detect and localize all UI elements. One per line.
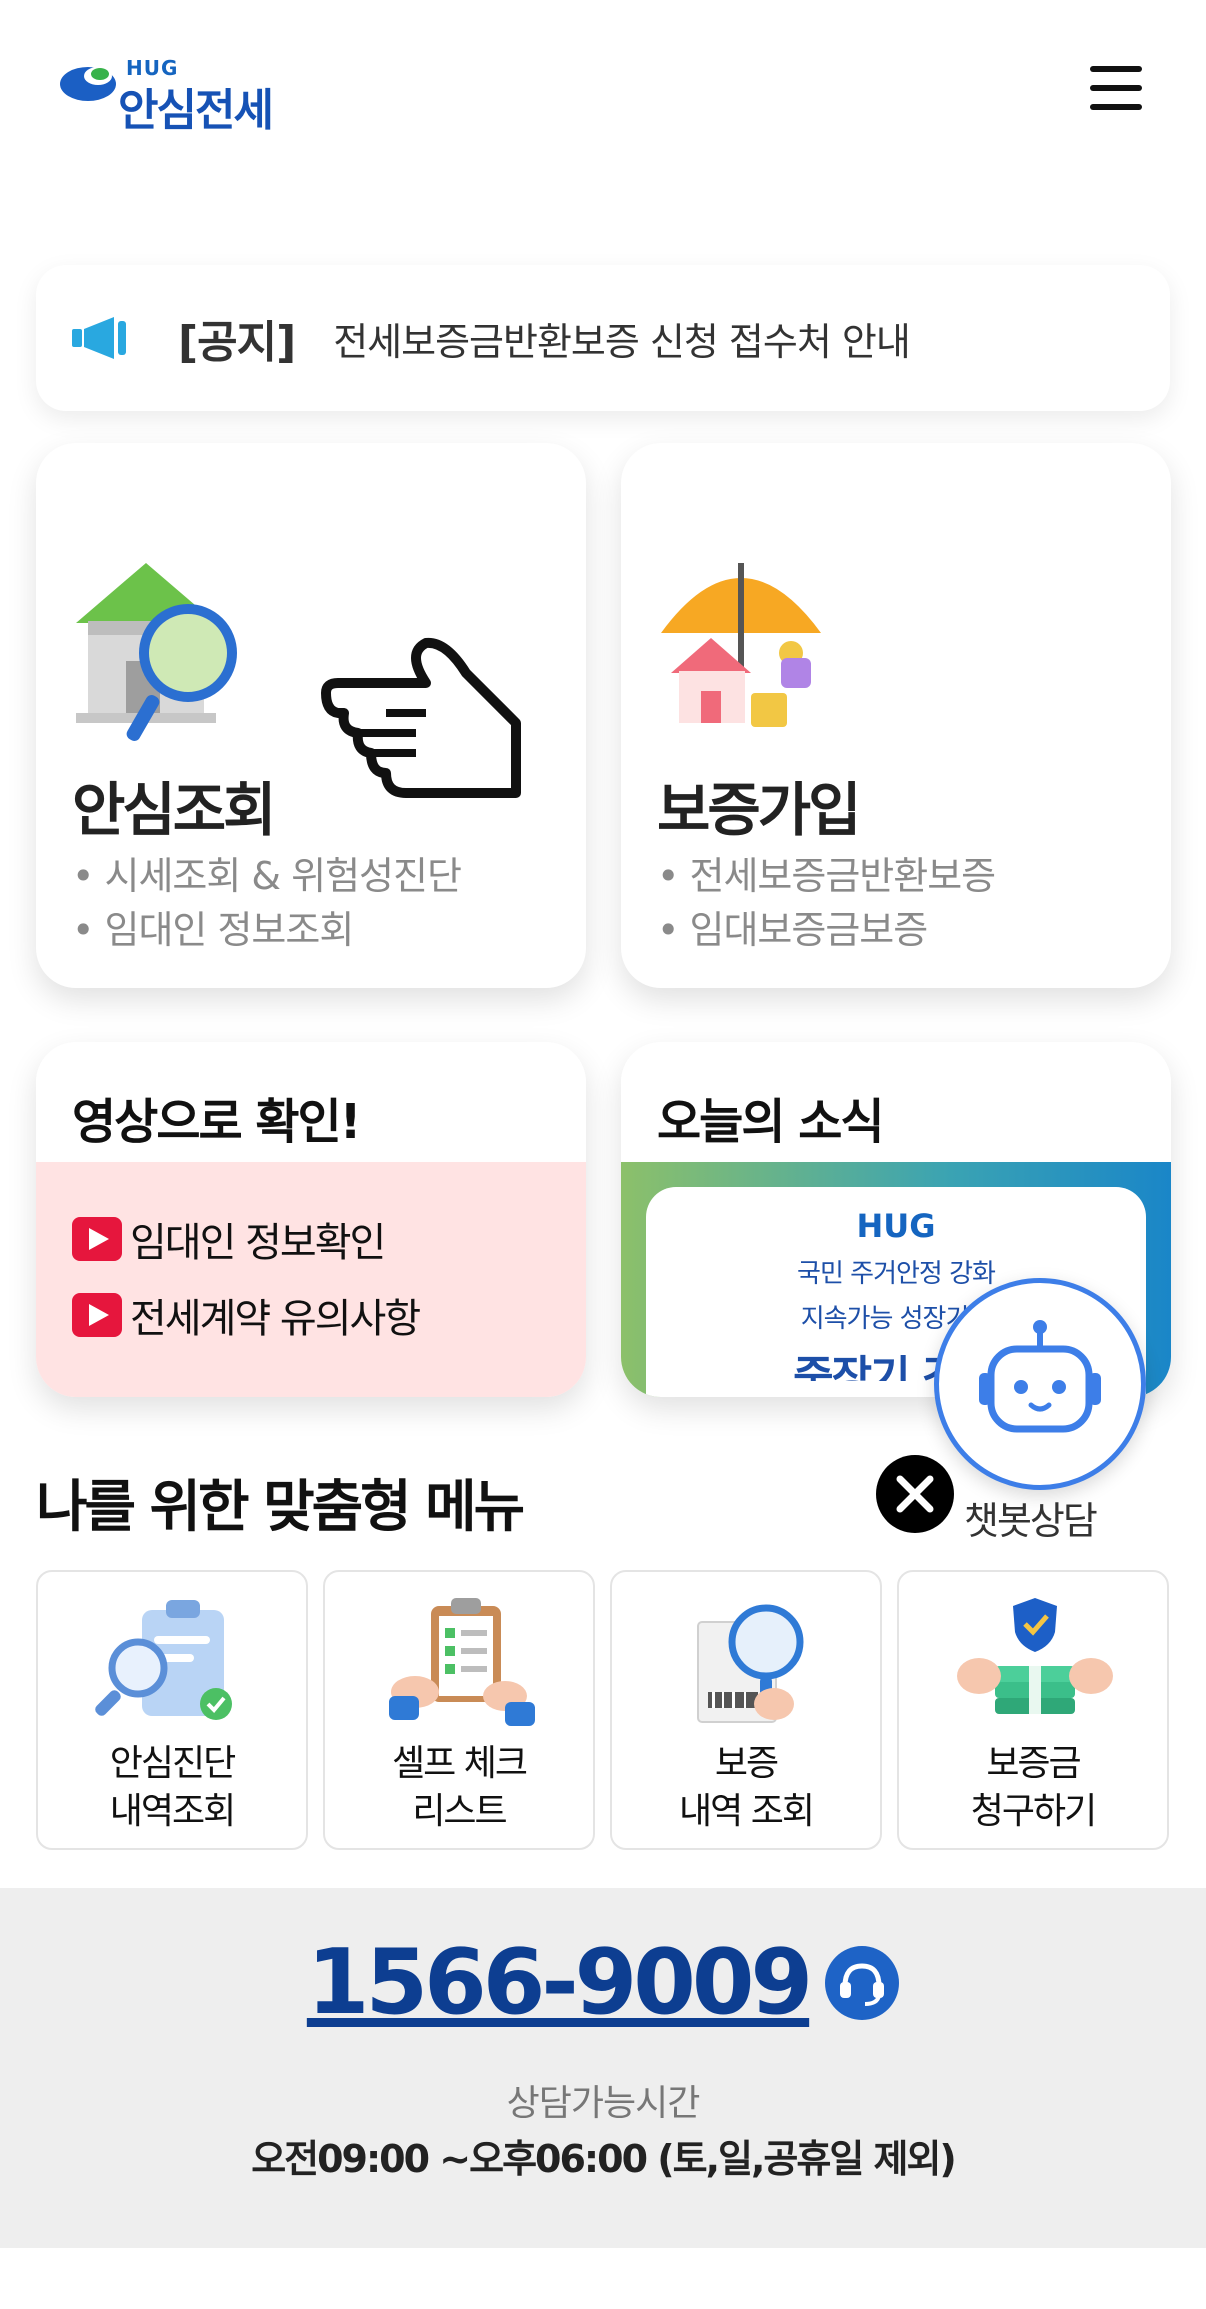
card-item: • 전세보증금반환보증 [657,854,996,898]
chatbot-button[interactable] [934,1278,1146,1490]
tile-label: 보증 내역 조회 [612,1740,880,1836]
logo-name-text: 안심전세 [118,85,274,136]
video-card-title: 영상으로 확인! [36,1042,586,1162]
notice-tag: [공지] [178,317,296,368]
checklist-icon [389,1598,535,1726]
tile-label: 보증금 청구하기 [899,1740,1167,1836]
video-link-label: 전세계약 유의사항 [130,1296,421,1342]
card-item: • 시세조회 & 위험성진단 [72,854,462,898]
tile-label-line: 안심진단 [109,1743,236,1784]
umbrella-house-icon [661,563,821,727]
headset-icon[interactable] [825,1945,900,2020]
clipboard-check-icon [95,1600,232,1720]
tile-diagnosis-history[interactable]: 안심진단 내역조회 [36,1570,308,1850]
document-search-icon [697,1604,804,1723]
hours-text: 오전09:00 ~오후06:00 (토,일,공휴일 제외) [251,2137,957,2181]
tile-label: 안심진단 내역조회 [38,1740,306,1836]
chatbot-label: 챗봇상담 [964,1499,1098,1543]
video-link-landlord-info[interactable]: 임대인 정보확인 [72,1210,386,1268]
tile-label-line: 청구하기 [970,1791,1097,1832]
video-link-contract-caution[interactable]: 전세계약 유의사항 [72,1286,421,1344]
tile-label: 셀프 체크 리스트 [325,1740,593,1836]
phone-number-link[interactable]: 1566-9009 [307,1930,813,2035]
money-shield-icon [957,1598,1113,1714]
hug-logo[interactable]: HUG 안심전세 [58,52,298,136]
card-item: • 임대인 정보조회 [72,908,354,952]
video-link-label: 임대인 정보확인 [130,1220,386,1266]
card-title: 안심조회 [72,776,276,844]
pointing-hand-icon [321,637,521,798]
video-links: 임대인 정보확인 전세계약 유의사항 [36,1162,586,1397]
news-card-title: 오늘의 소식 [621,1042,1171,1162]
tile-self-checklist[interactable]: 셀프 체크 리스트 [323,1570,595,1850]
megaphone-icon [72,317,126,359]
tile-label-line: 보증금 [986,1743,1081,1784]
hamburger-menu-icon[interactable] [1090,66,1150,116]
play-icon [72,1293,122,1337]
play-icon [72,1217,122,1261]
footer: 1566-9009 상담가능시간 오전09:00 ~오후06:00 (토,일,공… [0,1888,1206,2248]
card-title: 보증가입 [657,776,861,844]
card-item: • 임대보증금보증 [657,908,928,952]
house-magnifier-icon [76,563,237,741]
tile-label-line: 내역조회 [109,1791,236,1832]
tile-deposit-claim[interactable]: 보증금 청구하기 [897,1570,1169,1850]
tile-label-line: 셀프 체크 [392,1743,528,1784]
video-card: 영상으로 확인! 임대인 정보확인 전세계약 유의사항 [36,1042,586,1397]
news-hug-logo: HUG [856,1207,936,1245]
safe-inquiry-card[interactable]: 안심조회 • 시세조회 & 위험성진단 • 임대인 정보조회 [36,443,586,988]
robot-icon [979,1320,1101,1433]
tile-label-line: 보증 [714,1743,779,1784]
notice-banner[interactable]: [공지] 전세보증금반환보증 신청 접수처 안내 [36,265,1170,411]
guarantee-join-card[interactable]: 보증가입 • 전세보증금반환보증 • 임대보증금보증 [621,443,1171,988]
phone-row: 1566-9009 [0,1930,1206,2035]
notice-text: 전세보증금반환보증 신청 접수처 안내 [333,319,911,364]
custom-menu-title: 나를 위한 맞춤형 메뉴 [36,1475,525,1540]
tile-guarantee-history[interactable]: 보증 내역 조회 [610,1570,882,1850]
hug-logo-icon [60,67,116,101]
tile-label-line: 리스트 [412,1791,507,1832]
hours-label: 상담가능시간 [506,2083,701,2124]
app-header: HUG 안심전세 [0,0,1206,190]
tile-label-line: 내역 조회 [679,1791,815,1832]
